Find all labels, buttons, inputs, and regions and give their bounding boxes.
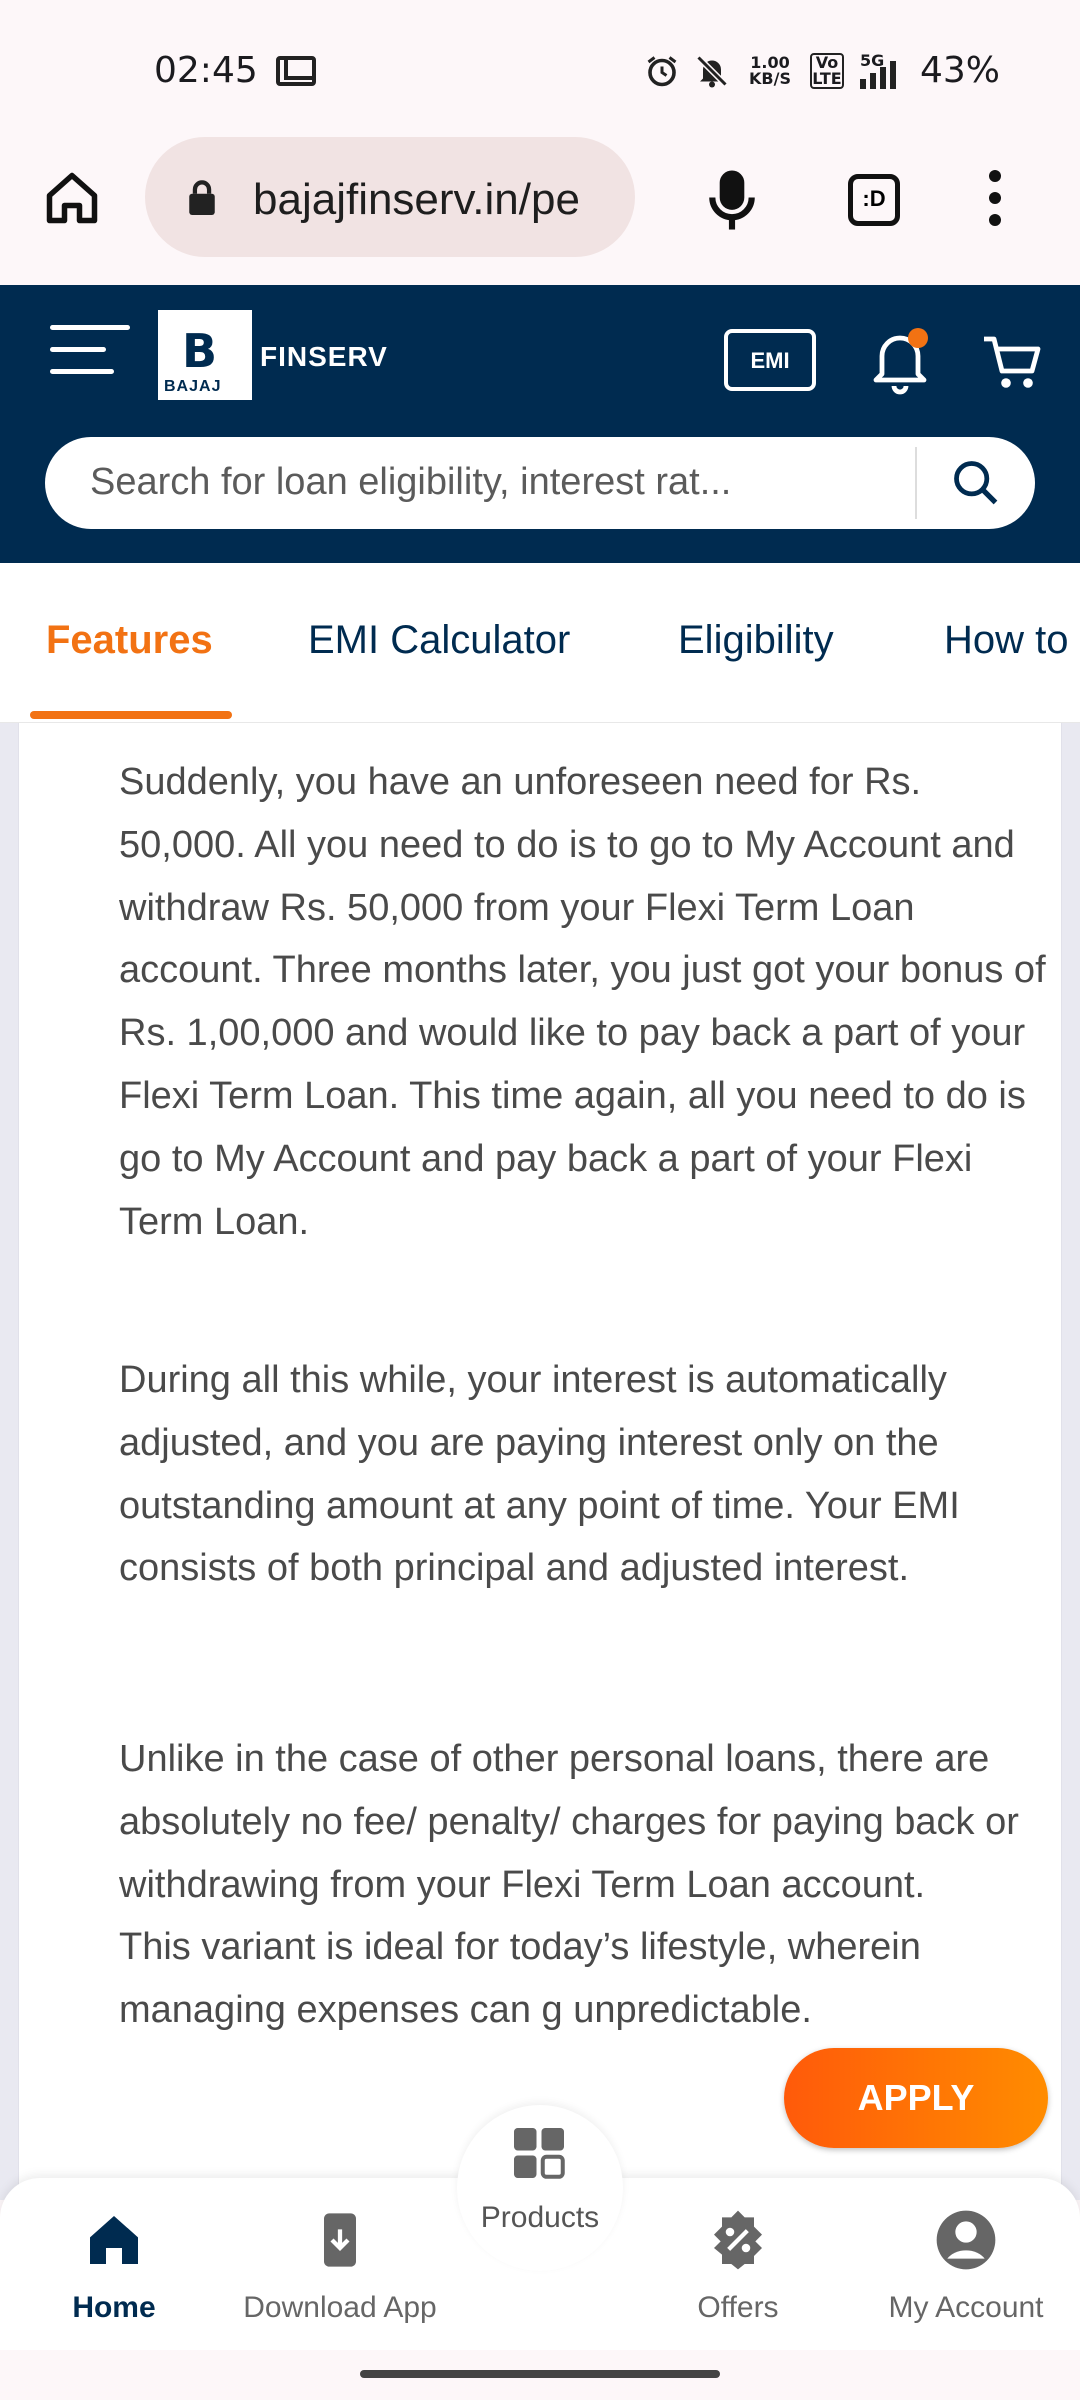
logo-sub: BAJAJ [164,378,222,395]
nav-offers[interactable]: Offers [628,2208,848,2325]
offers-icon [714,2210,762,2270]
nav-download-app[interactable]: Download App [230,2208,450,2325]
search-divider [915,447,917,519]
paragraph-flexi-example: Suddenly, you have an unforeseen need fo… [119,761,1046,1243]
hamburger-menu-icon[interactable] [50,325,130,385]
nav-download-label: Download App [243,2291,437,2324]
nav-account-label: My Account [888,2291,1044,2324]
page-gutter-left [0,723,18,2200]
tab-features[interactable]: Features [46,618,213,663]
download-app-icon [324,2213,356,2267]
paragraph-interest: During all this while, your interest is … [119,1359,960,1590]
home-icon[interactable] [42,168,102,228]
paragraph-lifestyle: This variant is ideal for today’s lifest… [119,1926,921,2031]
battery-level: 43% [919,50,1000,91]
data-speed: 1.00 KB/S [749,52,791,88]
nav-my-account[interactable]: My Account [856,2208,1076,2325]
features-content: Suddenly, you have an unforeseen need fo… [18,723,1062,2200]
nav-home[interactable]: Home [4,2208,224,2325]
alarm-icon [647,55,677,86]
search-bar[interactable]: Search for loan eligibility, interest ra… [45,437,1035,529]
search-input[interactable]: Search for loan eligibility, interest ra… [90,461,731,504]
browser-toolbar: bajajfinserv.in/pe :D [0,110,1080,285]
tab-how-to[interactable]: How to [944,618,1069,663]
microphone-icon[interactable] [706,168,758,232]
cart-icon[interactable] [980,329,1044,393]
tab-switcher-button[interactable]: :D [848,174,900,226]
status-icons: 1.00 KB/S Vo LTE 5G 43% [644,50,1000,91]
gesture-bar [0,2350,1080,2400]
page-gutter-right [1062,723,1080,2200]
apply-button[interactable]: APPLY [784,2048,1048,2148]
account-icon [936,2210,996,2270]
network-type: 5G [858,51,906,89]
overflow-menu-icon[interactable] [985,170,1005,230]
nav-products[interactable]: Products [457,2105,623,2271]
search-icon[interactable] [950,457,1002,509]
bajaj-logo[interactable]: B BAJAJ [158,310,252,400]
address-bar[interactable]: bajajfinserv.in/pe [145,137,635,257]
signal-icon [859,60,896,89]
products-grid-icon [514,2128,565,2179]
volte-badge: Vo LTE [809,52,844,89]
nav-offers-label: Offers [697,2291,779,2324]
mute-notifications-icon [696,54,728,87]
site-header: B BAJAJ FINSERV EMI Search for loan elig… [0,285,1080,563]
gmail-icon [276,56,316,86]
active-tab-indicator [30,711,232,719]
status-time: 02:45 [154,50,258,91]
nav-products-label: Products [480,2201,600,2234]
home-nav-icon [90,2216,138,2264]
tab-eligibility[interactable]: Eligibility [678,618,834,663]
nav-home-label: Home [72,2291,156,2324]
emi-card-button[interactable]: EMI [724,329,816,391]
brand-name: FINSERV [260,341,388,372]
home-gesture-handle[interactable] [360,2370,720,2378]
lock-icon[interactable] [185,179,219,217]
notification-bell-icon[interactable] [870,325,930,395]
url-text[interactable]: bajajfinserv.in/pe [253,175,613,225]
status-bar: 02:45 1.00 KB/S Vo LTE 5G 43% [0,0,1080,110]
logo-letter: B [182,324,218,378]
tab-emi-calculator[interactable]: EMI Calculator [308,618,570,663]
paragraph-no-fees: Unlike in the case of other personal loa… [119,1738,1019,1906]
section-tabs: Features EMI Calculator Eligibility How … [0,563,1080,723]
